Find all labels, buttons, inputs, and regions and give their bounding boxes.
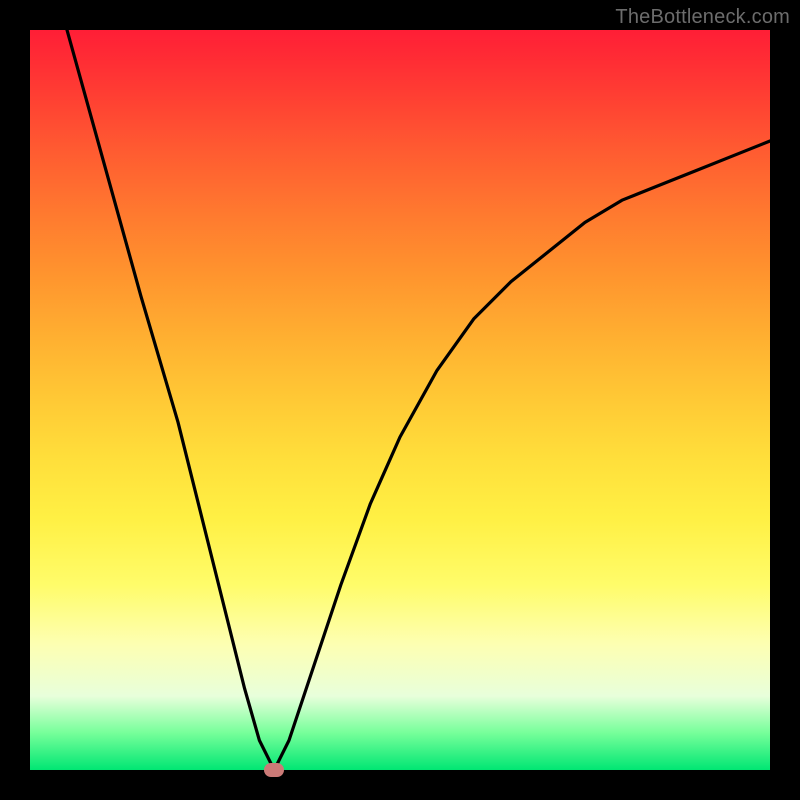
optimum-marker xyxy=(264,763,284,777)
watermark-text: TheBottleneck.com xyxy=(615,6,790,29)
bottleneck-curve xyxy=(67,30,770,770)
curve-svg xyxy=(30,30,770,770)
plot-area xyxy=(30,30,770,770)
chart-frame: TheBottleneck.com xyxy=(0,0,800,800)
